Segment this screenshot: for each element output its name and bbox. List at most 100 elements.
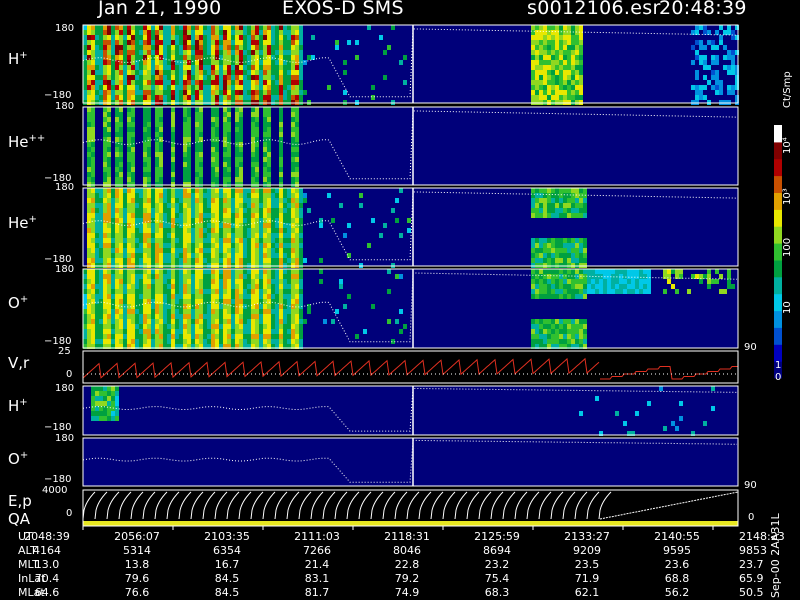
spectrogram-cell <box>219 223 223 228</box>
spectrogram-cell <box>255 299 259 304</box>
spectrogram-cell <box>535 55 539 60</box>
spectrogram-cell <box>95 95 99 100</box>
spectrogram-cell <box>563 30 567 35</box>
spectrogram-cell <box>87 238 91 243</box>
spectrogram-cell <box>127 299 131 304</box>
spectrogram-cell <box>159 319 163 324</box>
spectrogram-cell <box>263 299 267 304</box>
spectrogram-cell <box>235 243 239 248</box>
spectrogram-cell <box>247 193 251 198</box>
spectrogram-cell <box>131 339 135 344</box>
spectrogram-cell <box>147 40 151 45</box>
spectrogram-cell <box>267 30 271 35</box>
spectrogram-cell <box>335 45 339 50</box>
spectrogram-cell <box>159 137 163 142</box>
footer-value: 64.6 <box>34 586 60 599</box>
spectrogram-cell <box>551 193 555 198</box>
spectrogram-cell <box>203 284 207 289</box>
spectrogram-cell <box>247 218 251 223</box>
spectrogram-cell <box>267 188 271 193</box>
spectrogram-cell <box>115 85 119 90</box>
spectrogram-cell <box>191 45 195 50</box>
spectrogram-cell <box>127 218 131 223</box>
spectrogram-cell <box>267 162 271 167</box>
spectrogram-cell <box>183 80 187 85</box>
spectrogram-cell <box>219 309 223 314</box>
spectrogram-cell <box>539 319 543 324</box>
spectrogram-cell <box>279 233 283 238</box>
spectrogram-cell <box>191 50 195 55</box>
spectrogram-cell <box>211 75 215 80</box>
spectrogram-cell <box>107 279 111 284</box>
spectrogram-cell <box>283 269 287 274</box>
spectrogram-cell <box>547 70 551 75</box>
spectrogram-cell <box>231 324 235 329</box>
spectrogram-cell <box>283 95 287 100</box>
spectrogram-cell <box>387 319 391 324</box>
spectrogram-cell <box>299 75 303 80</box>
spectrogram-cell <box>239 25 243 30</box>
spectrogram-cell <box>255 112 259 117</box>
spectrogram-cell <box>199 40 203 45</box>
spectrogram-cell <box>231 95 235 100</box>
spectrogram-cell <box>83 70 87 75</box>
spectrogram-cell <box>95 284 99 289</box>
spectrogram-cell <box>543 35 547 40</box>
spectrogram-cell <box>531 289 535 294</box>
spectrogram-cell <box>151 223 155 228</box>
spectrogram-cell <box>83 65 87 70</box>
spectrogram-cell <box>583 334 587 339</box>
spectrogram-cell <box>115 157 119 162</box>
spectrogram-cell <box>287 45 291 50</box>
spectrogram-cell <box>171 112 175 117</box>
spectrogram-cell <box>571 198 575 203</box>
spectrogram-cell <box>143 147 147 152</box>
spectrogram-cell <box>571 70 575 75</box>
spectrogram-cell <box>167 70 171 75</box>
spectrogram-cell <box>239 233 243 238</box>
spectrogram-cell <box>155 45 159 50</box>
spectrogram-cell <box>571 80 575 85</box>
spectrogram-cell <box>215 70 219 75</box>
spectrogram-cell <box>127 228 131 233</box>
spectrogram-cell <box>163 304 167 309</box>
spectrogram-cell <box>103 112 107 117</box>
spectrogram-cell <box>203 25 207 30</box>
spectrogram-cell <box>199 60 203 65</box>
spectrogram-cell <box>163 193 167 198</box>
spectrogram-cell <box>139 95 143 100</box>
spectrogram-cell <box>219 85 223 90</box>
spectrogram-cell <box>543 248 547 253</box>
spectrogram-cell <box>267 319 271 324</box>
spectrogram-cell <box>235 238 239 243</box>
spectrogram-cell <box>135 289 139 294</box>
spectrogram-cell <box>111 45 115 50</box>
spectrogram-cell <box>211 274 215 279</box>
spectrogram-cell <box>107 258 111 263</box>
spectrogram-cell <box>295 80 299 85</box>
spectrogram-cell <box>91 117 95 122</box>
spectrogram-cell <box>91 70 95 75</box>
spectrogram-cell <box>403 80 407 85</box>
colorbar-tick-10: 10 <box>782 301 793 314</box>
spectrogram-cell <box>171 70 175 75</box>
spectrogram-cell <box>547 35 551 40</box>
spectrogram-cell <box>579 80 583 85</box>
spectrogram-cell <box>567 289 571 294</box>
spectrogram-cell <box>531 95 535 100</box>
spectrogram-cell <box>239 172 243 177</box>
spectrogram-cell <box>99 60 103 65</box>
spectrogram-cell <box>247 95 251 100</box>
spectrogram-cell <box>543 30 547 35</box>
spectrogram-cell <box>379 35 383 40</box>
spectrogram-cell <box>235 122 239 127</box>
spectrogram-cell <box>135 228 139 233</box>
spectrogram-cell <box>531 90 535 95</box>
spectrogram-cell <box>171 95 175 100</box>
spectrogram-cell <box>107 172 111 177</box>
spectrogram-cell <box>263 188 267 193</box>
spectrogram-cell <box>131 152 135 157</box>
spectrogram-cell <box>123 248 127 253</box>
spectrogram-cell <box>531 243 535 248</box>
spectrogram-cell <box>143 167 147 172</box>
